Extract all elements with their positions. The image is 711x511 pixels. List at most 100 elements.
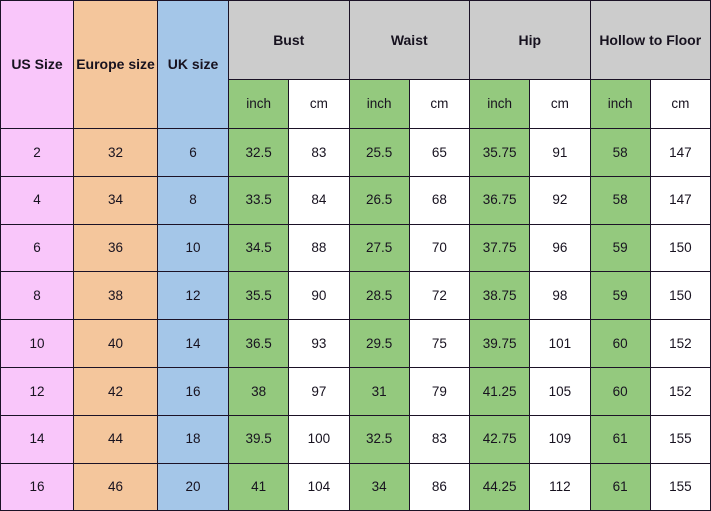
cell-hollow-to-floor-cm: 152 [649, 366, 711, 416]
cell-uk-size: 12 [157, 271, 229, 321]
column-header-waist: Waist [348, 0, 470, 80]
cell-hip-cm: 92 [529, 175, 591, 225]
cell-hollow-to-floor-inch: 60 [589, 319, 651, 368]
cell-hip-inch: 39.75 [468, 319, 531, 368]
table-row: 16 46 20 41 104 34 86 44.25 112 61 155 [0, 462, 711, 511]
cell-hollow-to-floor-inch: 60 [589, 366, 651, 416]
column-header-uk-size: UK size [157, 0, 229, 129]
unit-header-hip-cm: cm [529, 79, 591, 129]
cell-hollow-to-floor-cm: 147 [649, 128, 711, 177]
cell-uk-size: 18 [157, 414, 229, 464]
column-header-bust: Bust [228, 0, 350, 80]
cell-europe-size: 42 [73, 366, 158, 416]
table-row: 6 36 10 34.5 88 27.5 70 37.75 96 59 150 [0, 223, 711, 273]
cell-uk-size: 20 [157, 462, 229, 511]
cell-hip-cm: 98 [529, 271, 591, 321]
cell-bust-inch: 33.5 [227, 175, 290, 225]
table-row: 12 42 16 38 97 31 79 41.25 105 60 152 [0, 366, 711, 416]
cell-hollow-to-floor-cm: 155 [649, 414, 711, 464]
column-header-hollow-to-floor: Hollow to Floor [589, 0, 711, 80]
cell-waist-cm: 86 [408, 462, 471, 511]
cell-us-size: 14 [0, 414, 74, 464]
table-row: 14 44 18 39.5 100 32.5 83 42.75 109 61 155 [0, 414, 711, 464]
cell-waist-inch: 25.5 [348, 128, 410, 177]
cell-bust-inch: 41 [227, 462, 290, 511]
cell-europe-size: 34 [73, 175, 158, 225]
size-chart-table: US Size Europe size UK size Bust Waist H… [0, 0, 711, 511]
cell-europe-size: 38 [73, 271, 158, 321]
unit-header-hollow-to-floor-inch: inch [589, 79, 651, 129]
cell-bust-inch: 38 [227, 366, 290, 416]
table-row: 8 38 12 35.5 90 28.5 72 38.75 98 59 150 [0, 271, 711, 321]
size-chart-container: US Size Europe size UK size Bust Waist H… [0, 0, 711, 511]
cell-waist-inch: 32.5 [348, 414, 410, 464]
cell-hip-cm: 96 [529, 223, 591, 273]
table-body: 2 32 6 32.5 83 25.5 65 35.75 91 58 147 4 34 8 33.5 84 26… [0, 128, 711, 511]
table-row: 10 40 14 36.5 93 29.5 75 39.75 101 60 152 [0, 319, 711, 368]
cell-uk-size: 14 [157, 319, 229, 368]
cell-hip-inch: 37.75 [468, 223, 531, 273]
cell-waist-cm: 79 [408, 366, 471, 416]
cell-bust-cm: 104 [288, 462, 350, 511]
unit-header-bust-cm: cm [288, 79, 350, 129]
cell-bust-cm: 84 [288, 175, 350, 225]
cell-hollow-to-floor-cm: 150 [649, 223, 711, 273]
cell-europe-size: 32 [73, 128, 158, 177]
cell-waist-inch: 34 [348, 462, 410, 511]
cell-waist-inch: 27.5 [348, 223, 410, 273]
cell-waist-cm: 75 [408, 319, 471, 368]
cell-hollow-to-floor-inch: 61 [589, 462, 651, 511]
cell-bust-inch: 32.5 [227, 128, 290, 177]
cell-waist-cm: 72 [408, 271, 471, 321]
cell-europe-size: 40 [73, 319, 158, 368]
cell-hip-inch: 38.75 [468, 271, 531, 321]
cell-hip-cm: 101 [529, 319, 591, 368]
cell-hollow-to-floor-cm: 152 [649, 319, 711, 368]
cell-uk-size: 16 [157, 366, 229, 416]
column-header-europe-size: Europe size [73, 0, 158, 129]
cell-hip-inch: 44.25 [468, 462, 531, 511]
cell-waist-inch: 29.5 [348, 319, 410, 368]
cell-uk-size: 8 [157, 175, 229, 225]
cell-hip-cm: 105 [529, 366, 591, 416]
cell-bust-cm: 100 [288, 414, 350, 464]
cell-waist-inch: 26.5 [348, 175, 410, 225]
cell-hollow-to-floor-inch: 58 [589, 175, 651, 225]
cell-hip-inch: 35.75 [468, 128, 531, 177]
group-header-row: US Size Europe size UK size Bust Waist H… [0, 0, 711, 129]
cell-bust-inch: 39.5 [227, 414, 290, 464]
cell-hollow-to-floor-inch: 59 [589, 271, 651, 321]
cell-bust-cm: 90 [288, 271, 350, 321]
cell-bust-inch: 36.5 [227, 319, 290, 368]
cell-waist-cm: 83 [408, 414, 471, 464]
cell-hollow-to-floor-inch: 59 [589, 223, 651, 273]
cell-hollow-to-floor-cm: 155 [649, 462, 711, 511]
cell-hollow-to-floor-inch: 58 [589, 128, 651, 177]
column-header-us-size: US Size [0, 0, 74, 129]
cell-us-size: 6 [0, 223, 74, 273]
cell-bust-cm: 97 [288, 366, 350, 416]
cell-europe-size: 36 [73, 223, 158, 273]
cell-us-size: 12 [0, 366, 74, 416]
cell-bust-cm: 83 [288, 128, 350, 177]
cell-hollow-to-floor-inch: 61 [589, 414, 651, 464]
column-header-hip: Hip [469, 0, 591, 80]
cell-uk-size: 6 [157, 128, 229, 177]
cell-waist-inch: 31 [348, 366, 410, 416]
cell-hip-cm: 109 [529, 414, 591, 464]
cell-hip-inch: 36.75 [468, 175, 531, 225]
cell-bust-inch: 34.5 [227, 223, 290, 273]
cell-bust-cm: 88 [288, 223, 350, 273]
cell-waist-cm: 68 [408, 175, 471, 225]
unit-header-hollow-to-floor-cm: cm [649, 79, 711, 129]
cell-bust-cm: 93 [288, 319, 350, 368]
cell-us-size: 4 [0, 175, 74, 225]
cell-europe-size: 44 [73, 414, 158, 464]
cell-bust-inch: 35.5 [227, 271, 290, 321]
cell-us-size: 16 [0, 462, 74, 511]
cell-hip-cm: 112 [529, 462, 591, 511]
cell-hip-inch: 41.25 [468, 366, 531, 416]
cell-hollow-to-floor-cm: 150 [649, 271, 711, 321]
cell-waist-cm: 70 [408, 223, 471, 273]
cell-waist-cm: 65 [408, 128, 471, 177]
